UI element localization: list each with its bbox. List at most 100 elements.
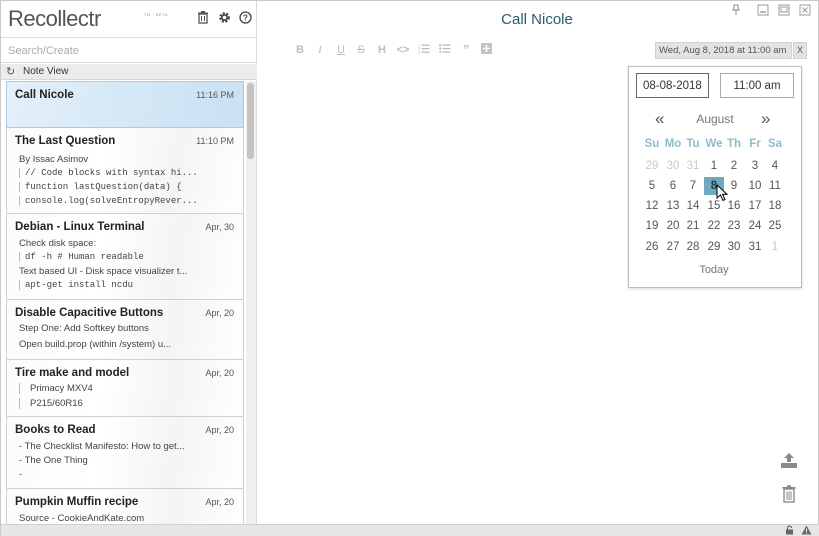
app-window: Recollectr TM · BETA ? ↻ Note View Call …	[0, 0, 819, 536]
calendar-day[interactable]: 20	[663, 217, 683, 235]
note-card-debian-linux-terminal[interactable]: Debian - Linux Terminal Apr, 30 Check di…	[6, 214, 244, 300]
calendar-day[interactable]: 28	[683, 238, 703, 256]
note-list: Call Nicole 11:16 PM The Last Question 1…	[6, 81, 244, 524]
add-block-icon[interactable]	[479, 43, 493, 57]
underline-icon[interactable]: U	[334, 43, 348, 57]
next-month-button[interactable]: »	[761, 109, 770, 129]
calendar-day[interactable]: 1	[704, 157, 724, 175]
calendar-day[interactable]: 5	[642, 177, 662, 195]
calendar-month[interactable]: August	[675, 112, 755, 126]
note-quote-line: Primacy MXV4	[19, 383, 199, 394]
note-date: Apr, 20	[205, 425, 234, 435]
pin-icon[interactable]	[729, 4, 743, 19]
note-quote-line: P215/60R16	[19, 398, 199, 409]
calendar-day[interactable]: 31	[745, 238, 765, 256]
note-line: Check disk space:	[19, 238, 97, 249]
calendar-day[interactable]: 12	[642, 197, 662, 215]
calendar-day[interactable]: 29	[704, 238, 724, 256]
scrollbar-thumb[interactable]	[247, 83, 254, 159]
minimize-icon[interactable]	[756, 4, 770, 19]
calendar-day[interactable]: 17	[745, 197, 765, 215]
calendar-day[interactable]: 18	[765, 197, 785, 215]
calendar-day[interactable]: 27	[663, 238, 683, 256]
note-list-scrollbar[interactable]	[246, 81, 256, 524]
help-icon[interactable]: ?	[238, 11, 252, 25]
note-title: Disable Capacitive Buttons	[15, 307, 164, 319]
calendar-day[interactable]: 29	[642, 157, 662, 175]
view-bar: ↻ Note View	[1, 64, 257, 80]
heading-icon[interactable]: H	[375, 43, 389, 57]
bullet-list-icon[interactable]	[438, 43, 452, 57]
trash-icon[interactable]	[196, 11, 210, 25]
refresh-icon[interactable]: ↻	[6, 65, 15, 78]
note-code-line: function lastQuestion(data) {	[19, 182, 199, 192]
note-title-heading[interactable]: Call Nicole	[457, 11, 617, 28]
remove-reminder-button[interactable]: X	[793, 42, 807, 59]
view-label[interactable]: Note View	[23, 66, 68, 77]
app-logo: Recollectr	[8, 6, 101, 31]
note-title: Debian - Linux Terminal	[15, 221, 145, 233]
note-title: The Last Question	[15, 135, 116, 147]
calendar-day[interactable]: 21	[683, 217, 703, 235]
code-icon[interactable]: <>	[396, 43, 410, 57]
weekday-label: Th	[726, 138, 742, 150]
quote-icon[interactable]: ”	[459, 43, 473, 57]
calendar-day[interactable]: 7	[683, 177, 703, 195]
bold-icon[interactable]: B	[293, 43, 307, 57]
calendar-day[interactable]: 31	[683, 157, 703, 175]
note-line: Open build.prop (within /system) u...	[19, 339, 172, 350]
maximize-icon[interactable]	[777, 4, 791, 19]
note-date: Apr, 30	[205, 222, 234, 232]
reminder-badge[interactable]: Wed, Aug 8, 2018 at 11:00 am	[655, 42, 792, 59]
calendar-day[interactable]: 3	[745, 157, 765, 175]
note-card-pumpkin-muffin-recipe[interactable]: Pumpkin Muffin recipe Apr, 20 Source - C…	[6, 489, 244, 524]
mouse-cursor-icon	[716, 184, 729, 202]
calendar-day[interactable]: 25	[765, 217, 785, 235]
weekday-label: Su	[644, 138, 660, 150]
time-field[interactable]	[720, 73, 794, 98]
strikethrough-icon[interactable]: S	[354, 43, 368, 57]
calendar-day[interactable]: 2	[724, 157, 744, 175]
logo-row: Recollectr TM · BETA ?	[1, 1, 257, 38]
today-button[interactable]: Today	[689, 264, 739, 276]
note-line: Source - CookieAndKate.com	[19, 513, 145, 524]
calendar-day[interactable]: 23	[724, 217, 744, 235]
calendar-day[interactable]: 1	[765, 238, 785, 256]
export-icon[interactable]	[780, 451, 798, 474]
close-window-icon[interactable]	[798, 4, 812, 19]
warning-icon[interactable]	[801, 525, 812, 536]
calendar-day[interactable]: 6	[663, 177, 683, 195]
note-date: Apr, 20	[205, 497, 234, 507]
calendar-day[interactable]: 14	[683, 197, 703, 215]
calendar-day[interactable]: 26	[642, 238, 662, 256]
italic-icon[interactable]: I	[313, 43, 327, 57]
calendar-day[interactable]: 30	[663, 157, 683, 175]
delete-note-icon[interactable]	[780, 485, 798, 508]
calendar-day[interactable]: 19	[642, 217, 662, 235]
calendar-day[interactable]: 24	[745, 217, 765, 235]
note-date: Apr, 20	[205, 308, 234, 318]
note-bullet-line: - The Checklist Manifesto: How to get...	[19, 441, 185, 452]
lock-icon[interactable]	[785, 525, 794, 536]
prev-month-button[interactable]: «	[655, 109, 664, 129]
note-card-tire-make-and-model[interactable]: Tire make and model Apr, 20 Primacy MXV4…	[6, 360, 244, 417]
ordered-list-icon[interactable]: 123	[417, 43, 431, 57]
note-title: Tire make and model	[15, 367, 130, 379]
note-date: 11:16 PM	[196, 90, 234, 100]
calendar-day[interactable]: 11	[765, 177, 785, 195]
calendar-day[interactable]: 30	[724, 238, 744, 256]
note-card-the-last-question[interactable]: The Last Question 11:10 PM By Issac Asim…	[6, 128, 244, 214]
gear-icon[interactable]	[217, 11, 231, 25]
calendar-day[interactable]: 13	[663, 197, 683, 215]
note-bullet-line: -	[19, 469, 23, 480]
calendar-day[interactable]: 22	[704, 217, 724, 235]
note-card-books-to-read[interactable]: Books to Read Apr, 20 - The Checklist Ma…	[6, 417, 244, 489]
calendar-day[interactable]: 4	[765, 157, 785, 175]
search-input[interactable]	[8, 40, 248, 62]
note-card-call-nicole[interactable]: Call Nicole 11:16 PM	[6, 81, 244, 128]
calendar-day[interactable]: 10	[745, 177, 765, 195]
date-field[interactable]	[636, 73, 709, 98]
search-bar	[1, 39, 257, 63]
note-title: Call Nicole	[15, 89, 74, 101]
note-card-disable-capacitive-buttons[interactable]: Disable Capacitive Buttons Apr, 20 Step …	[6, 300, 244, 360]
